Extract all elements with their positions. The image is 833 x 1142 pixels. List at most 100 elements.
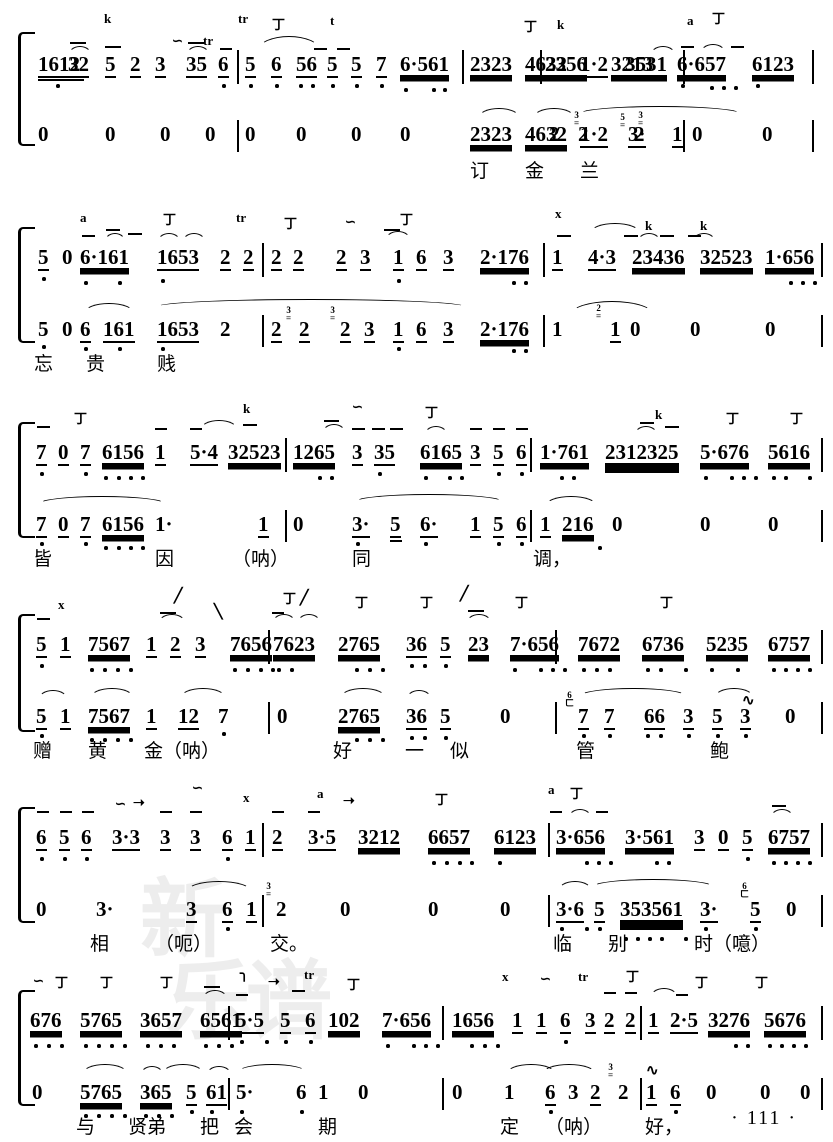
note-group: 32 [68, 52, 89, 78]
octave-dot-low [380, 84, 384, 88]
octave-dot-low [710, 86, 714, 90]
octave-dot-low [444, 736, 448, 740]
note-group: 7 [36, 512, 47, 538]
note-group: 6 [560, 1008, 571, 1034]
note-group: 3 [443, 317, 454, 343]
note-group: 1 [552, 245, 563, 271]
note-group: 1 [646, 1080, 657, 1106]
octave-dot-low [424, 476, 428, 480]
note-group: 6 [296, 1080, 307, 1104]
lyric-char: 金 [525, 160, 545, 182]
glide-up-mark: ╱ [174, 589, 183, 604]
lyric-char: 因 [155, 548, 175, 570]
note-group: 6 [416, 317, 427, 343]
note-group: 6 [218, 52, 229, 78]
octave-dot-low [609, 861, 613, 865]
vocal-line: 5 1 7567 1 12 7 0 2765 36 5 0 6 ㄈ 7 7 66… [0, 688, 833, 742]
ornament-turn: ∽ [352, 399, 363, 414]
glide-up-mark: ╱ [460, 587, 469, 602]
octave-dot-low [660, 937, 664, 941]
octave-dot-low [549, 1110, 553, 1114]
barline [442, 1078, 444, 1110]
octave-dot-low [172, 1044, 176, 1048]
octave-dot-low [804, 1044, 808, 1048]
ornament-k: k [243, 401, 251, 416]
rest: 0 [760, 1080, 771, 1104]
note-group: 2 [293, 245, 304, 271]
octave-dot-low [667, 861, 671, 865]
note-group: 3 [186, 897, 197, 923]
note-group: 3 [190, 825, 201, 851]
note-group: 7656 [230, 632, 272, 656]
barline [237, 50, 239, 84]
octave-dot-low [110, 1114, 114, 1118]
note-group: 2765 [338, 704, 380, 728]
octave-dot-low [716, 734, 720, 738]
note-group: 6 [516, 440, 527, 466]
note-group: 2 [634, 122, 645, 146]
tenuto-dash [204, 986, 220, 988]
octave-dot-low [520, 542, 524, 546]
note-group: 5·5 [236, 1008, 265, 1034]
octave-dot-low [34, 1044, 38, 1048]
octave-dot-low [772, 476, 776, 480]
barline [821, 702, 823, 734]
note-group: 5 [493, 512, 504, 538]
rest: 0 [400, 122, 411, 146]
note-group: 3·5 [308, 825, 337, 851]
rest: 0 [296, 122, 307, 146]
slur-arc-long [578, 106, 742, 114]
barline [821, 630, 823, 664]
octave-dot-low [355, 738, 359, 742]
octave-dot-low [161, 279, 165, 283]
octave-dot-low [734, 1044, 738, 1048]
octave-dot-low [598, 546, 602, 550]
fingering-fraction: 3 = [266, 881, 272, 899]
octave-dot-low [397, 279, 401, 283]
note-group: 1 [258, 512, 269, 538]
octave-dot-low [56, 84, 60, 88]
note-group: 1265 [293, 440, 335, 464]
octave-dot-low [381, 668, 385, 672]
octave-dot-low [84, 281, 88, 285]
octave-dot-low [460, 476, 464, 480]
ornament-ding: 丁 [570, 786, 584, 801]
octave-dot-low [271, 668, 275, 672]
octave-dot-low [674, 1110, 678, 1114]
rest: 0 [630, 317, 641, 341]
note-group: 6 [305, 1008, 316, 1034]
octave-dot-low [772, 668, 776, 672]
octave-dot-low [378, 472, 382, 476]
octave-dot-low [659, 734, 663, 738]
note-group: 5 [594, 897, 605, 923]
octave-dot-low [608, 668, 612, 672]
barline [821, 1006, 823, 1040]
vocal-line: 0 3· 3 6 1 3 = 2 0 0 0 3·6 5 353561 3· 6… [0, 879, 833, 941]
octave-dot-low [539, 668, 543, 672]
note-group: 161 [103, 317, 135, 343]
note-group: 6·561 [400, 52, 450, 76]
barline [268, 702, 270, 734]
octave-dot-low [386, 1044, 390, 1048]
note-group: 6123 [752, 52, 794, 76]
octave-dot-low [226, 857, 230, 861]
slur-arc-long [592, 879, 714, 887]
glide-scoop-mark: ╮ [240, 967, 249, 982]
octave-dot-low [40, 472, 44, 476]
octave-dot-low [246, 668, 250, 672]
lyric-char: 期 [318, 1116, 338, 1138]
note-group: 7 [376, 52, 387, 78]
barline [640, 1078, 642, 1110]
note-group: 2 [625, 1008, 636, 1034]
octave-dot-low [560, 927, 564, 931]
rest: 0 [277, 704, 288, 728]
note-group: 2 [220, 245, 231, 271]
slur-arc [478, 108, 520, 118]
note-group: 1 [470, 512, 481, 538]
note-group: 0 [718, 825, 729, 851]
vibrato-mark: ∿ [646, 1063, 659, 1079]
lyric-char: 调， [533, 548, 572, 570]
note-group: 216 [562, 512, 594, 536]
lyric-char: 贵 [86, 353, 106, 375]
ornament-a: a [548, 782, 555, 797]
